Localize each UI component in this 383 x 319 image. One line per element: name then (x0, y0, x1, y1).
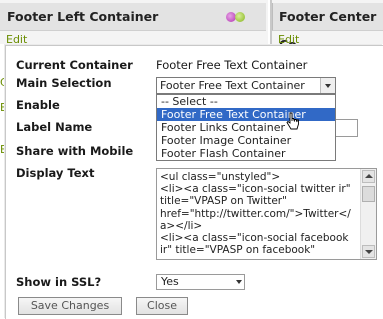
dropdown-option-links[interactable]: Footer Links Container (157, 121, 335, 134)
scroll-down-icon[interactable] (362, 245, 375, 258)
show-in-ssl-value: Yes (161, 275, 179, 288)
scroll-up-icon[interactable] (362, 170, 375, 183)
enable-label: Enable (16, 98, 60, 112)
chevron-down-icon[interactable] (320, 78, 335, 93)
main-selection-select[interactable]: Footer Free Text Container (156, 77, 336, 94)
save-changes-button[interactable]: Save Changes (18, 297, 122, 315)
panel-status-icons[interactable] (226, 12, 248, 22)
dropdown-option-flash[interactable]: Footer Flash Container (157, 147, 335, 160)
textarea-scrollbar[interactable] (360, 169, 376, 259)
scroll-thumb[interactable] (362, 186, 375, 202)
current-container-value: Footer Free Text Container (156, 58, 308, 72)
display-text-label: Display Text (16, 166, 95, 180)
hand-cursor-icon (286, 112, 299, 130)
display-text-textarea[interactable]: <ul class="unstyled"> <li><a class="icon… (156, 168, 377, 260)
display-text-value: <ul class="unstyled"> <li><a class="icon… (160, 171, 351, 257)
dropdown-option-free-text[interactable]: Footer Free Text Container (157, 108, 335, 121)
show-in-ssl-select[interactable]: Yes (156, 274, 245, 290)
green-status-icon[interactable] (235, 12, 245, 22)
main-selection-value: Footer Free Text Container (160, 79, 305, 92)
current-container-label: Current Container (16, 58, 133, 72)
dropdown-option-image[interactable]: Footer Image Container (157, 134, 335, 147)
dropdown-option-select[interactable]: -- Select -- (157, 95, 335, 108)
show-in-ssl-label: Show in SSL? (16, 275, 102, 289)
label-name-label: Label Name (16, 120, 93, 134)
main-selection-dropdown[interactable]: -- Select -- Footer Free Text Container … (156, 94, 336, 161)
right-panel-title: Footer Center Co (272, 3, 383, 52)
main-selection-label: Main Selection (16, 76, 112, 90)
close-button[interactable]: Close (136, 297, 188, 315)
chevron-down-icon[interactable] (236, 280, 242, 284)
share-with-mobile-label: Share with Mobile (16, 144, 134, 158)
edit-container-dialog: Current Container Footer Free Text Conta… (5, 45, 383, 319)
